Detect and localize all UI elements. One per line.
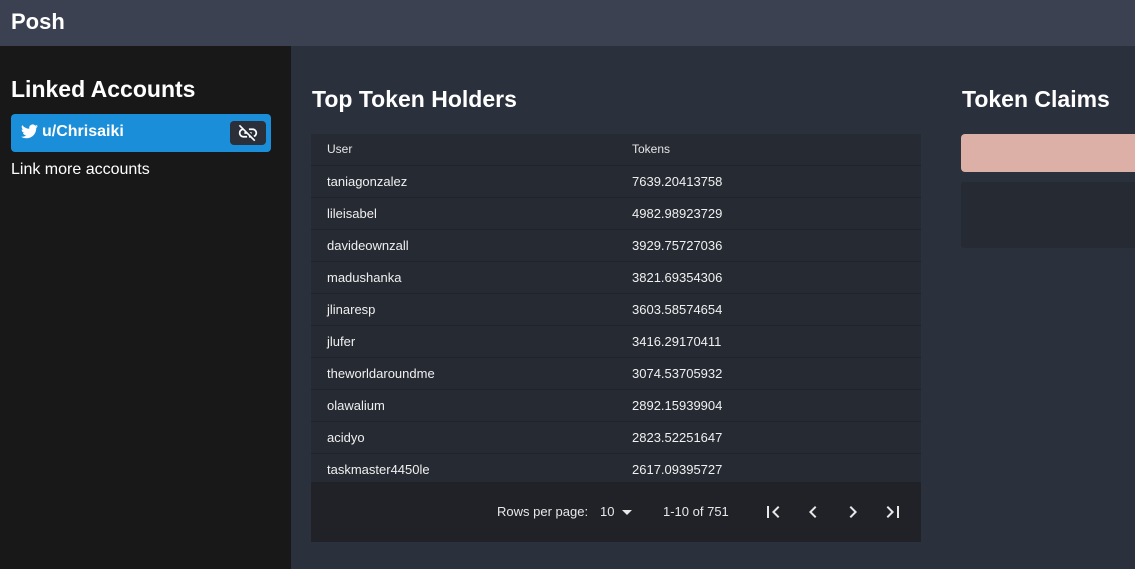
linked-accounts-heading: Linked Accounts: [11, 76, 196, 102]
row-user: olawalium: [327, 398, 385, 413]
token-claims-bar[interactable]: [961, 134, 1135, 172]
first-page-button[interactable]: [761, 500, 785, 524]
rows-per-page-label: Rows per page:: [497, 504, 589, 519]
row-tokens: 7639.20413758: [632, 174, 723, 189]
twitter-icon: [21, 124, 38, 139]
linked-account-chip: u/Chrisaiki: [11, 114, 271, 152]
table-row: lileisabel 4982.98923729: [311, 197, 921, 229]
table-row: taniagonzalez 7639.20413758: [311, 165, 921, 197]
row-user: taskmaster4450le: [327, 462, 430, 477]
table-row: jlufer 3416.29170411: [311, 325, 921, 357]
row-tokens: 4982.98923729: [632, 206, 723, 221]
top-token-holders-title: Top Token Holders: [312, 86, 517, 112]
chevron-left-icon: [809, 506, 817, 518]
row-tokens: 2823.52251647: [632, 430, 723, 445]
token-claims-title: Token Claims: [962, 86, 1110, 112]
row-tokens: 3416.29170411: [632, 334, 722, 349]
rows-per-page-select[interactable]: 10: [600, 503, 636, 521]
previous-page-button[interactable]: [801, 500, 825, 524]
first-page-icon: [767, 506, 780, 518]
row-tokens: 3821.69354306: [632, 270, 723, 285]
account-name: u/Chrisaiki: [42, 123, 124, 140]
link-off-icon: [238, 124, 258, 142]
row-tokens: 2617.09395727: [632, 462, 723, 477]
column-header-user[interactable]: User: [327, 142, 352, 156]
table-row: olawalium 2892.15939904: [311, 389, 921, 421]
app-title: Posh: [11, 9, 65, 34]
next-page-button[interactable]: [841, 500, 865, 524]
link-more-accounts-link[interactable]: Link more accounts: [11, 161, 150, 179]
token-claims-panel: [961, 182, 1135, 248]
table-pagination: Rows per page: 10 1-10 of 751: [311, 482, 921, 542]
token-holders-table: User Tokens taniagonzalez 7639.20413758 …: [311, 134, 921, 542]
row-tokens: 3603.58574654: [632, 302, 723, 317]
unlink-account-button[interactable]: [230, 121, 266, 145]
row-tokens: 2892.15939904: [632, 398, 723, 413]
table-row: madushanka 3821.69354306: [311, 261, 921, 293]
row-user: lileisabel: [327, 206, 377, 221]
table-row: taskmaster4450le 2617.09395727: [311, 453, 921, 485]
table-row: davideownzall 3929.75727036: [311, 229, 921, 261]
top-bar: Posh: [0, 0, 1135, 46]
chevron-right-icon: [849, 506, 857, 518]
table-row: jlinaresp 3603.58574654: [311, 293, 921, 325]
row-user: jlinaresp: [327, 302, 376, 317]
row-user: madushanka: [327, 270, 402, 285]
table-header: User Tokens: [311, 134, 921, 165]
row-user: taniagonzalez: [327, 174, 408, 189]
last-page-button[interactable]: [881, 500, 905, 524]
row-tokens: 3929.75727036: [632, 238, 723, 253]
pagination-range: 1-10 of 751: [663, 504, 729, 519]
rows-per-page-value: 10: [600, 504, 615, 519]
table-row: theworldaroundme 3074.53705932: [311, 357, 921, 389]
sidebar: Linked Accounts u/Chrisaiki Link more ac…: [0, 46, 291, 569]
last-page-icon: [886, 506, 899, 518]
caret-down-icon: [622, 510, 632, 515]
column-header-tokens[interactable]: Tokens: [632, 142, 670, 156]
row-user: davideownzall: [327, 238, 409, 253]
row-user: theworldaroundme: [327, 366, 435, 381]
row-user: acidyo: [327, 430, 365, 445]
row-user: jlufer: [327, 334, 356, 349]
row-tokens: 3074.53705932: [632, 366, 723, 381]
table-row: acidyo 2823.52251647: [311, 421, 921, 453]
